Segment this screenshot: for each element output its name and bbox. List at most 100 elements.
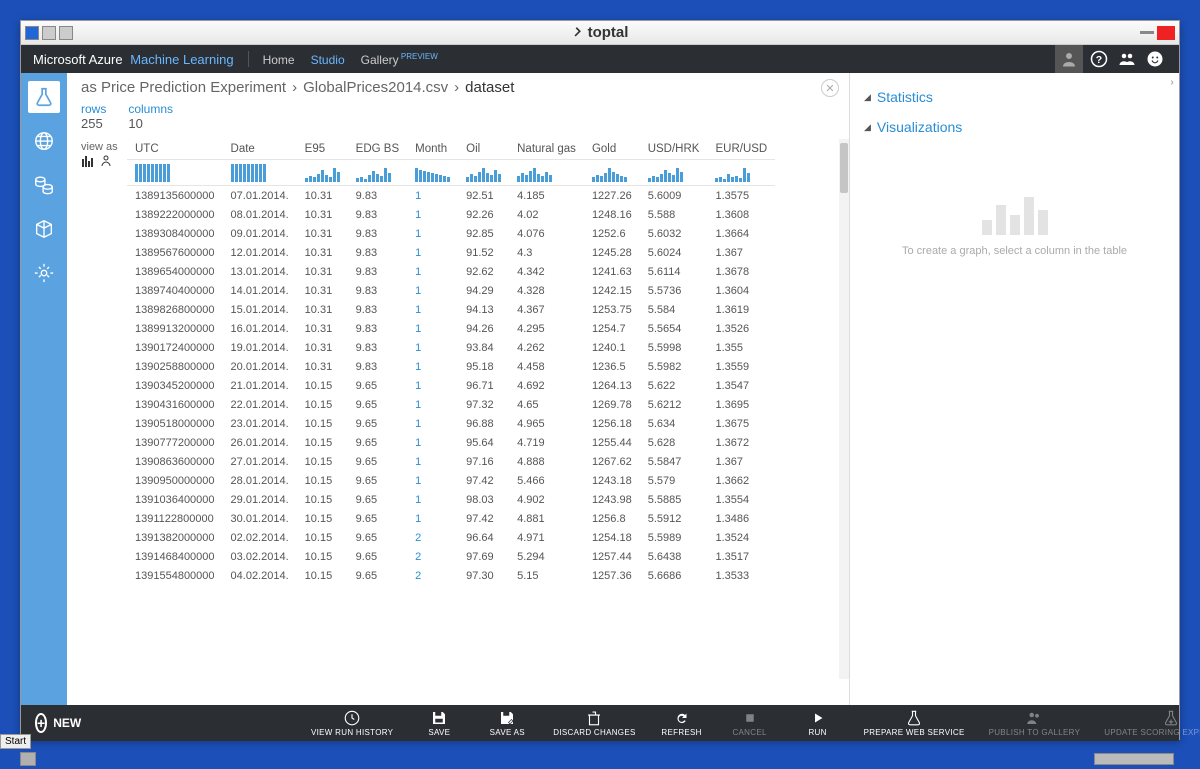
- table-cell: 9.83: [348, 338, 407, 357]
- table-row[interactable]: 138991320000016.01.2014.10.319.83194.264…: [127, 319, 775, 338]
- table-cell: 9.83: [348, 186, 407, 206]
- vertical-scrollbar[interactable]: [839, 139, 849, 679]
- table-row[interactable]: 139112280000030.01.2014.10.159.65197.424…: [127, 509, 775, 528]
- window-control-icon[interactable]: [42, 26, 56, 40]
- breadcrumb-item[interactable]: GlobalPrices2014.csv: [303, 79, 448, 96]
- taskbar-tray[interactable]: [1094, 753, 1174, 765]
- help-icon[interactable]: ?: [1087, 47, 1111, 71]
- toolbar-cancel: CANCEL: [728, 709, 772, 737]
- table-cell: 1267.62: [584, 452, 640, 471]
- minimize-icon[interactable]: [1140, 31, 1154, 34]
- column-header[interactable]: UTC: [127, 139, 223, 160]
- scroll-thumb[interactable]: [840, 143, 848, 193]
- sidebar-settings-icon[interactable]: [28, 257, 60, 289]
- taskbar-box[interactable]: [20, 752, 36, 766]
- table-row[interactable]: 138930840000009.01.2014.10.319.83192.854…: [127, 224, 775, 243]
- table-row[interactable]: 139138200000002.02.2014.10.159.65296.644…: [127, 528, 775, 547]
- table-row[interactable]: 139103640000029.01.2014.10.159.65198.034…: [127, 490, 775, 509]
- table-cell: 4.458: [509, 357, 584, 376]
- table-row[interactable]: 139034520000021.01.2014.10.159.65196.714…: [127, 376, 775, 395]
- column-header[interactable]: Natural gas: [509, 139, 584, 160]
- data-table: UTCDateE95EDG BSMonthOilNatural gasGoldU…: [127, 139, 775, 585]
- table-row[interactable]: 139155480000004.02.2014.10.159.65297.305…: [127, 566, 775, 585]
- update-scoring-experiment-icon: [1162, 709, 1180, 727]
- table-row[interactable]: 139017240000019.01.2014.10.319.83193.844…: [127, 338, 775, 357]
- table-cell: 19.01.2014.: [223, 338, 297, 357]
- toolbar-discard-changes[interactable]: DISCARD CHANGES: [553, 709, 635, 737]
- table-cell: 98.03: [458, 490, 509, 509]
- sidebar-web-icon[interactable]: [28, 125, 60, 157]
- close-panel-icon[interactable]: ✕: [821, 79, 839, 97]
- table-row[interactable]: 139051800000023.01.2014.10.159.65196.884…: [127, 414, 775, 433]
- table-cell: 9.65: [348, 547, 407, 566]
- table-row[interactable]: 139077720000026.01.2014.10.159.65195.644…: [127, 433, 775, 452]
- sidebar-modules-icon[interactable]: [28, 213, 60, 245]
- toolbar-prepare-web-service[interactable]: PREPARE WEB SERVICE: [864, 709, 965, 737]
- view-histogram-icon[interactable]: [81, 155, 95, 167]
- window-control-icon[interactable]: [25, 26, 39, 40]
- table-row[interactable]: 138965400000013.01.2014.10.319.83192.624…: [127, 262, 775, 281]
- top-nav: Microsoft Azure Machine Learning HomeStu…: [21, 45, 1179, 73]
- table-row[interactable]: 139043160000022.01.2014.10.159.65197.324…: [127, 395, 775, 414]
- nav-link-studio[interactable]: Studio: [311, 53, 345, 67]
- breadcrumb-item[interactable]: as Price Prediction Experiment: [81, 79, 286, 96]
- nav-link-gallery[interactable]: Gallery PREVIEW: [361, 53, 438, 67]
- table-cell: 2: [407, 547, 458, 566]
- table-row[interactable]: 138922200000008.01.2014.10.319.83192.264…: [127, 205, 775, 224]
- sidebar-experiments-icon[interactable]: [28, 81, 60, 113]
- table-cell: 1390431600000: [127, 395, 223, 414]
- community-icon[interactable]: [1115, 47, 1139, 71]
- table-cell: 5.588: [640, 205, 708, 224]
- table-cell: 1242.15: [584, 281, 640, 300]
- column-header[interactable]: USD/HRK: [640, 139, 708, 160]
- column-header[interactable]: Gold: [584, 139, 640, 160]
- toolbar-save[interactable]: SAVE: [417, 709, 461, 737]
- table-cell: 1: [407, 281, 458, 300]
- sidebar-datasets-icon[interactable]: [28, 169, 60, 201]
- close-icon[interactable]: [1157, 26, 1175, 40]
- scroll-up-icon[interactable]: ›: [1167, 77, 1177, 88]
- titlebar-left: [25, 26, 73, 40]
- column-header[interactable]: Oil: [458, 139, 509, 160]
- table-cell: 95.64: [458, 433, 509, 452]
- accordion-statistics[interactable]: ◢Statistics: [864, 89, 1165, 105]
- toolbar-run[interactable]: RUN: [796, 709, 840, 737]
- table-cell: 9.83: [348, 319, 407, 338]
- table-cell: 03.02.2014.: [223, 547, 297, 566]
- sparkline-icon: [648, 164, 700, 182]
- table-row[interactable]: 139146840000003.02.2014.10.159.65297.695…: [127, 547, 775, 566]
- table-cell: 1: [407, 186, 458, 206]
- table-cell: 4.02: [509, 205, 584, 224]
- table-cell: 91.52: [458, 243, 509, 262]
- table-row[interactable]: 139025880000020.01.2014.10.319.83195.184…: [127, 357, 775, 376]
- column-header[interactable]: Month: [407, 139, 458, 160]
- avatar-icon[interactable]: [1055, 45, 1083, 73]
- table-cell: 1: [407, 262, 458, 281]
- table-cell: 97.16: [458, 452, 509, 471]
- table-row[interactable]: 138974040000014.01.2014.10.319.83194.294…: [127, 281, 775, 300]
- column-header[interactable]: Date: [223, 139, 297, 160]
- discard-changes-icon: [585, 709, 603, 727]
- toolbar-refresh[interactable]: REFRESH: [660, 709, 704, 737]
- nav-link-home[interactable]: Home: [263, 53, 295, 67]
- table-row[interactable]: 139095000000028.01.2014.10.159.65197.425…: [127, 471, 775, 490]
- column-header[interactable]: E95: [297, 139, 348, 160]
- column-header[interactable]: EDG BS: [348, 139, 407, 160]
- table-cell: 1390518000000: [127, 414, 223, 433]
- start-button[interactable]: Start: [0, 734, 31, 749]
- table-row[interactable]: 139086360000027.01.2014.10.159.65197.164…: [127, 452, 775, 471]
- table-row[interactable]: 138913560000007.01.2014.10.319.83192.514…: [127, 186, 775, 206]
- toolbar-save-as[interactable]: SAVE AS: [485, 709, 529, 737]
- toolbar-view-run-history[interactable]: VIEW RUN HISTORY: [311, 709, 393, 737]
- new-button[interactable]: + NEW: [35, 713, 79, 733]
- column-header[interactable]: EUR/USD: [707, 139, 775, 160]
- table-row[interactable]: 138982680000015.01.2014.10.319.83194.134…: [127, 300, 775, 319]
- window-control-icon[interactable]: [59, 26, 73, 40]
- table-row[interactable]: 138956760000012.01.2014.10.319.83191.524…: [127, 243, 775, 262]
- smile-icon[interactable]: [1143, 47, 1167, 71]
- table-cell: 4.367: [509, 300, 584, 319]
- accordion-visualizations[interactable]: ◢Visualizations: [864, 119, 1165, 135]
- view-table-icon[interactable]: [99, 155, 113, 167]
- table-cell: 1390172400000: [127, 338, 223, 357]
- sparkline-icon: [466, 164, 501, 182]
